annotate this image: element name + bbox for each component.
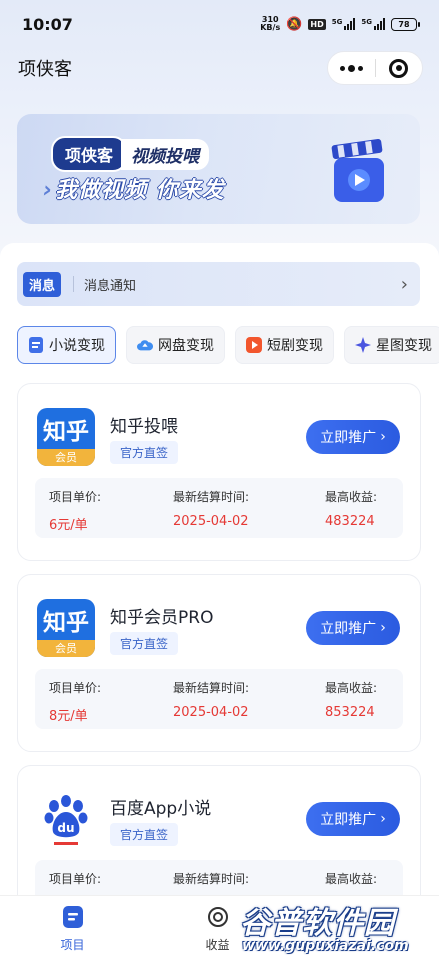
chevron-right-icon: › xyxy=(400,273,408,295)
tab-star-map[interactable]: 星图变现 xyxy=(344,326,439,364)
signal-icon: 5G xyxy=(361,18,385,30)
notice-bar[interactable]: 消息 消息通知 › xyxy=(17,262,420,306)
tab-novel[interactable]: 小说变现 xyxy=(17,326,116,364)
bottom-nav: 项目 收益 xyxy=(0,895,439,960)
close-miniprogram-icon[interactable] xyxy=(376,52,423,84)
stat-unit-price: 项目单价: 8元/单 xyxy=(49,681,102,724)
stat-settlement-time: 最新结算时间: 2025-04-02 xyxy=(173,490,250,529)
book-icon xyxy=(28,337,44,353)
notice-tag: 消息 xyxy=(23,271,62,297)
star-icon xyxy=(355,337,371,353)
promote-button[interactable]: 立即推广 › xyxy=(306,802,400,836)
tab-label: 星图变现 xyxy=(376,338,432,354)
promote-button[interactable]: 立即推广 › xyxy=(306,420,400,454)
baidu-logo: du xyxy=(37,790,95,848)
chevron-right-icon: › xyxy=(380,811,386,827)
stat-max-earnings: 最高收益: 853224 xyxy=(325,681,378,720)
stat-max-earnings: 最高收益: 483224 xyxy=(325,490,378,529)
stat-settlement-time: 最新结算时间: xyxy=(173,872,250,886)
project-card[interactable]: 知乎 会员 知乎投喂 官方直签 立即推广 › 项目单价: 6元/单 最新结算时间:… xyxy=(17,383,421,561)
notice-text: 消息通知 xyxy=(84,278,137,294)
project-tag: 官方直签 xyxy=(110,632,179,655)
project-tag: 官方直签 xyxy=(110,441,179,464)
more-icon[interactable] xyxy=(328,52,375,84)
stat-max-earnings: 最高收益: xyxy=(325,872,378,886)
chevron-right-icon: › xyxy=(43,178,54,203)
miniprogram-capsule xyxy=(327,51,423,85)
clapperboard-icon xyxy=(331,138,384,202)
stat-unit-price: 项目单价: xyxy=(49,872,102,886)
zhihu-logo: 知乎 会员 xyxy=(37,408,95,466)
earnings-icon xyxy=(207,906,229,932)
page-title: 项侠客 xyxy=(18,59,72,80)
chevron-right-icon: › xyxy=(380,620,386,636)
hd-badge: HD xyxy=(308,18,326,30)
chevron-right-icon: › xyxy=(380,429,386,445)
mute-icon: 🔕 xyxy=(286,16,303,32)
project-stats: 项目单价: 6元/单 最新结算时间: 2025-04-02 最高收益: 4832… xyxy=(35,478,403,538)
play-icon xyxy=(246,337,262,353)
cloud-icon xyxy=(137,337,153,353)
battery-icon: 78 xyxy=(391,17,420,31)
status-time: 10:07 xyxy=(22,14,73,34)
net-speed: 310 KB/s xyxy=(260,15,281,32)
banner-brand: 项侠客 xyxy=(51,136,128,172)
project-icon xyxy=(62,906,83,932)
project-card[interactable]: 知乎 会员 知乎会员PRO 官方直签 立即推广 › 项目单价: 8元/单 最新结算… xyxy=(17,574,421,752)
project-stats: 项目单价: 8元/单 最新结算时间: 2025-04-02 最高收益: 8532… xyxy=(35,669,403,729)
category-tabs: 小说变现 网盘变现 短剧变现 星图变现 xyxy=(17,326,439,364)
banner-subtitle: 视频投喂 xyxy=(121,138,210,170)
stat-settlement-time: 最新结算时间: 2025-04-02 xyxy=(173,681,250,720)
project-name: 知乎会员PRO xyxy=(110,608,214,628)
project-tag: 官方直签 xyxy=(110,823,179,846)
nav-item-project[interactable]: 项目 xyxy=(0,896,145,960)
tab-label: 短剧变现 xyxy=(267,338,323,354)
tab-short-drama[interactable]: 短剧变现 xyxy=(235,326,334,364)
svg-text:du: du xyxy=(57,821,74,835)
tab-label: 网盘变现 xyxy=(158,338,214,354)
app-header: 项侠客 xyxy=(0,48,439,88)
status-bar: 10:07 310 KB/s 🔕 HD 5G 5G 78 xyxy=(0,0,439,48)
status-icons: 310 KB/s 🔕 HD 5G 5G 78 xyxy=(260,15,420,32)
project-name: 知乎投喂 xyxy=(110,417,178,437)
project-name: 百度App小说 xyxy=(110,799,212,819)
promo-banner[interactable]: 项侠客 视频投喂 ›我做视频 你来发 xyxy=(17,114,420,224)
stat-unit-price: 项目单价: 6元/单 xyxy=(49,490,102,533)
banner-heading: 项侠客 视频投喂 xyxy=(51,136,210,172)
banner-slogan: ›我做视频 你来发 xyxy=(43,178,225,203)
notice-divider xyxy=(73,276,75,292)
zhihu-logo: 知乎 会员 xyxy=(37,599,95,657)
promote-button[interactable]: 立即推广 › xyxy=(306,611,400,645)
nav-item-earnings[interactable]: 收益 xyxy=(145,896,290,960)
tab-cloud-drive[interactable]: 网盘变现 xyxy=(126,326,225,364)
tab-label: 小说变现 xyxy=(49,338,105,354)
signal-icon: 5G xyxy=(332,18,356,30)
